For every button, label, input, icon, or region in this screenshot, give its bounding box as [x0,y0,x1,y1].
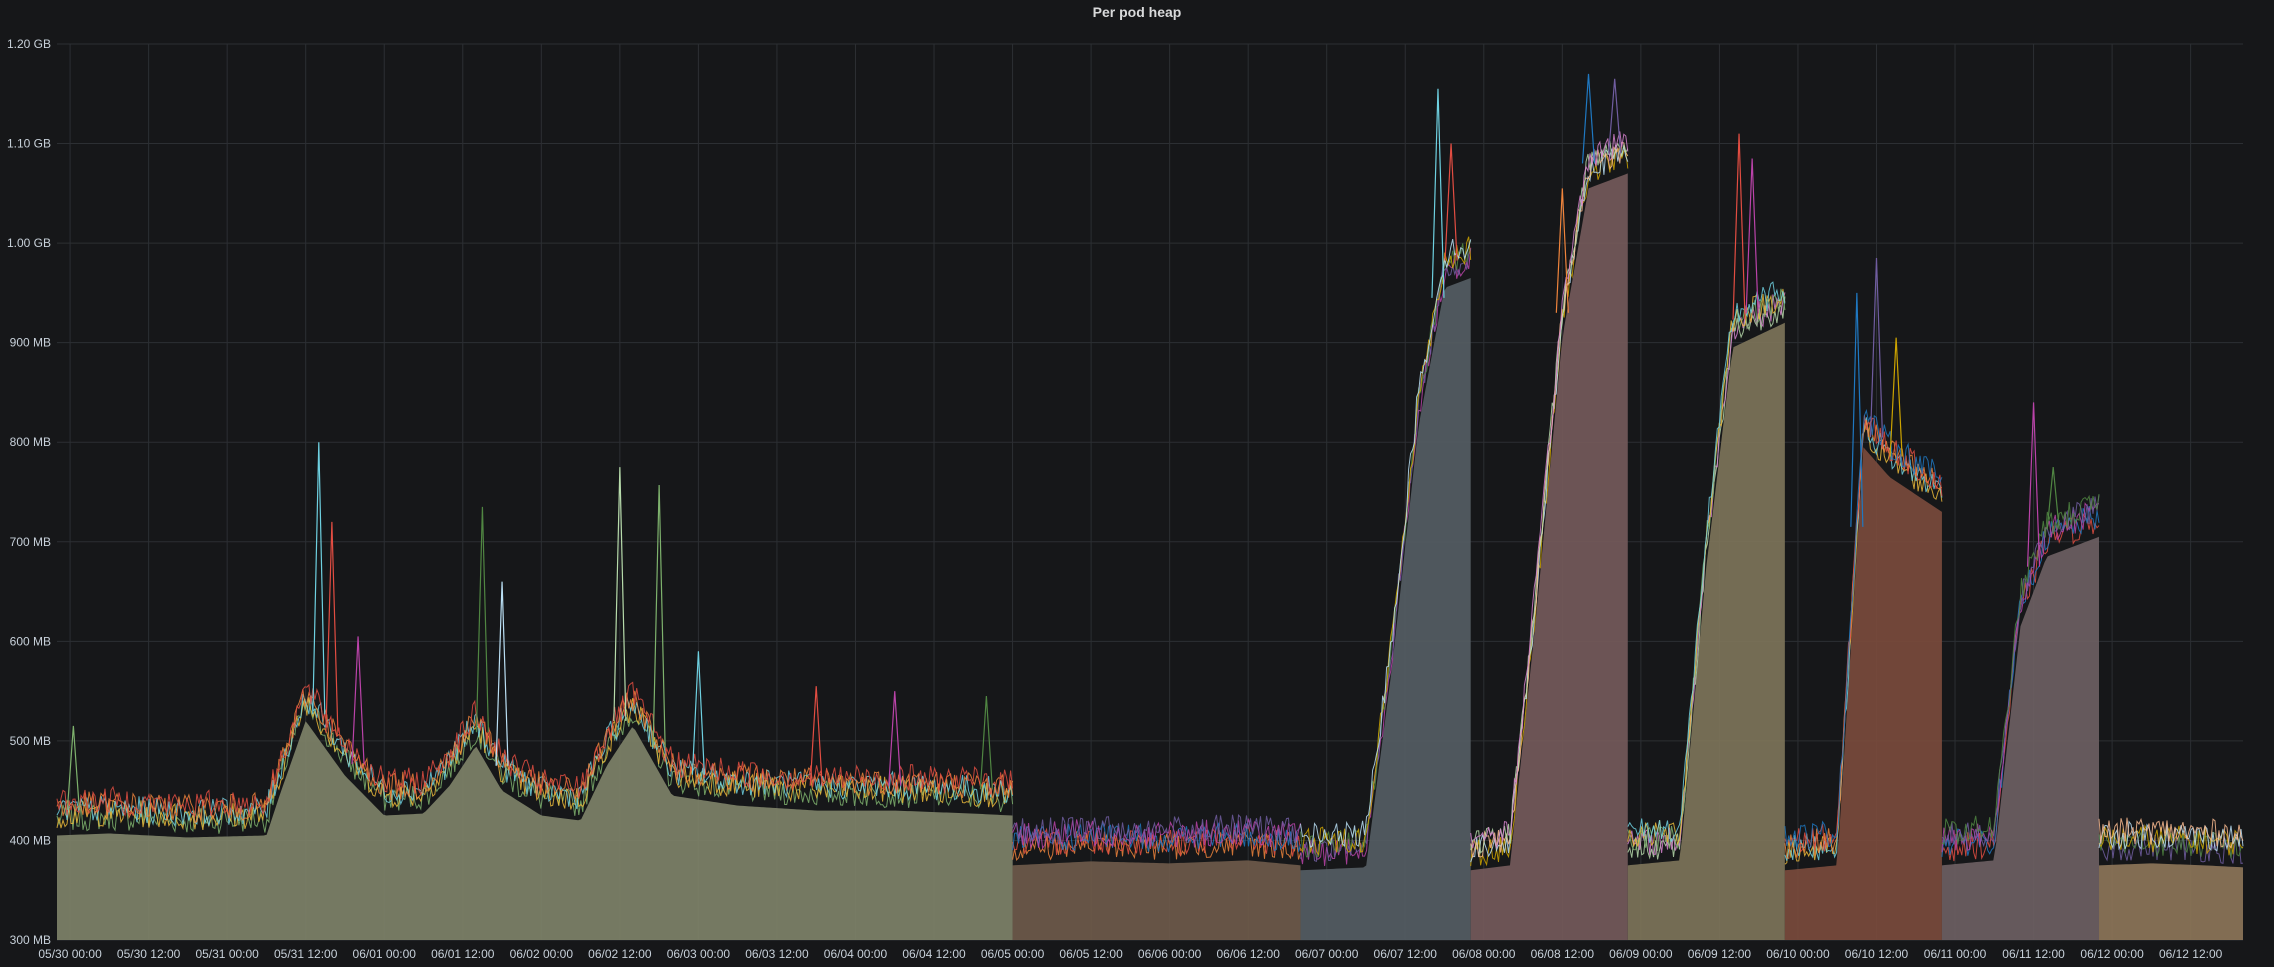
pod-spike [652,485,666,748]
heap-chart[interactable]: 300 MB 400 MB 500 MB 600 MB 700 MB 800 MB 900 … [0,0,2274,967]
pod-spike [888,691,902,786]
x-tick-label: 05/31 00:00 [195,947,259,961]
pod-spike [325,521,339,733]
heap-panel: Per pod heap 300 MB 400 MB 500 MB 600 MB 700… [0,0,2274,967]
pod-spike [1732,133,1746,320]
x-tick-label: 06/10 00:00 [1766,947,1830,961]
deployment-area [1784,447,1942,940]
pod-series-line [56,694,1014,828]
y-tick-label: 900 MB [10,336,51,350]
x-tick-label: 06/08 12:00 [1531,947,1595,961]
y-tick-label: 1.20 GB [7,37,51,51]
x-tick-label: 06/02 12:00 [588,947,652,961]
x-tick-label: 06/01 00:00 [353,947,417,961]
y-tick-label: 500 MB [10,734,51,748]
pod-spike [1581,73,1596,164]
chart-areas [57,173,2243,940]
x-tick-label: 06/12 00:00 [2080,947,2144,961]
x-tick-label: 06/06 00:00 [1138,947,1202,961]
x-tick-label: 06/05 00:00 [981,947,1045,961]
deployment-area [1470,173,1628,940]
x-tick-label: 06/07 00:00 [1295,947,1359,961]
x-tick-label: 06/10 12:00 [1845,947,1909,961]
x-axis: 05/30 00:00 05/30 12:00 05/31 00:00 05/31 1… [38,947,2222,961]
y-tick-label: 400 MB [10,833,51,847]
pod-spike [475,506,490,733]
x-tick-label: 06/05 12:00 [1059,947,1123,961]
x-tick-label: 06/04 12:00 [902,947,966,961]
y-tick-label: 300 MB [10,933,51,947]
deployment-area [57,721,1013,940]
x-tick-label: 06/04 00:00 [824,947,888,961]
x-tick-label: 05/30 12:00 [117,947,181,961]
x-tick-label: 06/02 00:00 [510,947,574,961]
pod-series-line [56,681,1014,818]
pod-spike [312,442,326,715]
y-tick-label: 1.10 GB [7,137,51,151]
x-tick-label: 06/09 12:00 [1688,947,1752,961]
deployment-area [2099,863,2243,940]
y-tick-label: 1.00 GB [7,236,51,250]
pod-spike [351,636,365,765]
pod-spike [66,725,80,810]
x-tick-label: 06/09 00:00 [1609,947,1673,961]
deployment-area [1627,322,1785,940]
pod-spike [1889,337,1903,457]
x-tick-label: 06/01 12:00 [431,947,495,961]
y-tick-label: 700 MB [10,535,51,549]
x-tick-label: 06/11 00:00 [1924,947,1987,961]
x-tick-label: 06/03 00:00 [667,947,731,961]
y-axis: 300 MB 400 MB 500 MB 600 MB 700 MB 800 MB 900 … [7,37,51,947]
x-tick-label: 06/07 12:00 [1374,947,1438,961]
pod-spike [1431,88,1445,298]
x-tick-label: 06/08 00:00 [1452,947,1516,961]
pod-spike [1745,158,1759,314]
x-tick-label: 05/31 12:00 [274,947,338,961]
y-tick-label: 600 MB [10,634,51,648]
x-tick-label: 06/12 12:00 [2159,947,2223,961]
y-tick-label: 800 MB [10,435,51,449]
x-tick-label: 06/11 12:00 [2002,947,2065,961]
x-tick-label: 06/03 12:00 [745,947,809,961]
pod-spike [495,581,509,766]
deployment-area [1012,860,1301,940]
x-tick-label: 06/06 12:00 [1216,947,1280,961]
x-tick-label: 05/30 00:00 [38,947,102,961]
